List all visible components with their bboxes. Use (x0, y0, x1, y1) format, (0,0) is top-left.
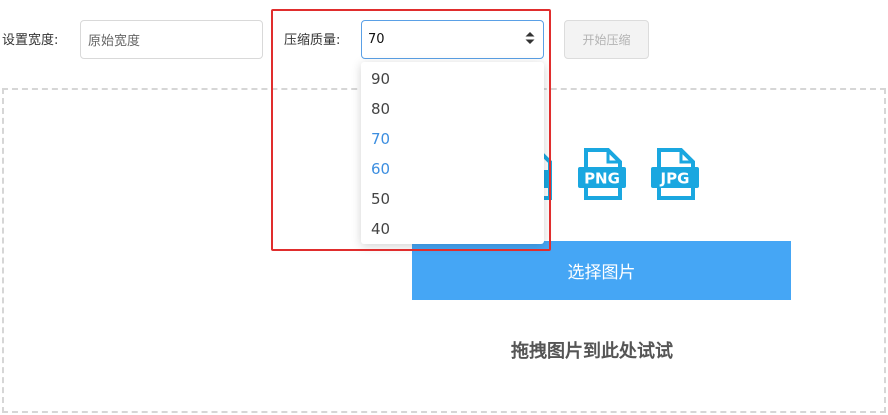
png-label: PNG (584, 170, 620, 188)
png-file-icon: PNG (578, 148, 626, 204)
jpg-label: JPG (660, 170, 690, 188)
width-input-placeholder: 原始宽度 (88, 34, 141, 49)
start-compress-button[interactable]: 开始压缩 (564, 20, 649, 59)
jpg-file-icon: JPG (651, 148, 699, 204)
drag-hint: 拖拽图片到此处试试 (511, 341, 673, 362)
highlight-box (271, 9, 551, 251)
width-input[interactable]: 原始宽度 (80, 20, 263, 59)
width-label: 设置宽度: (2, 33, 59, 48)
